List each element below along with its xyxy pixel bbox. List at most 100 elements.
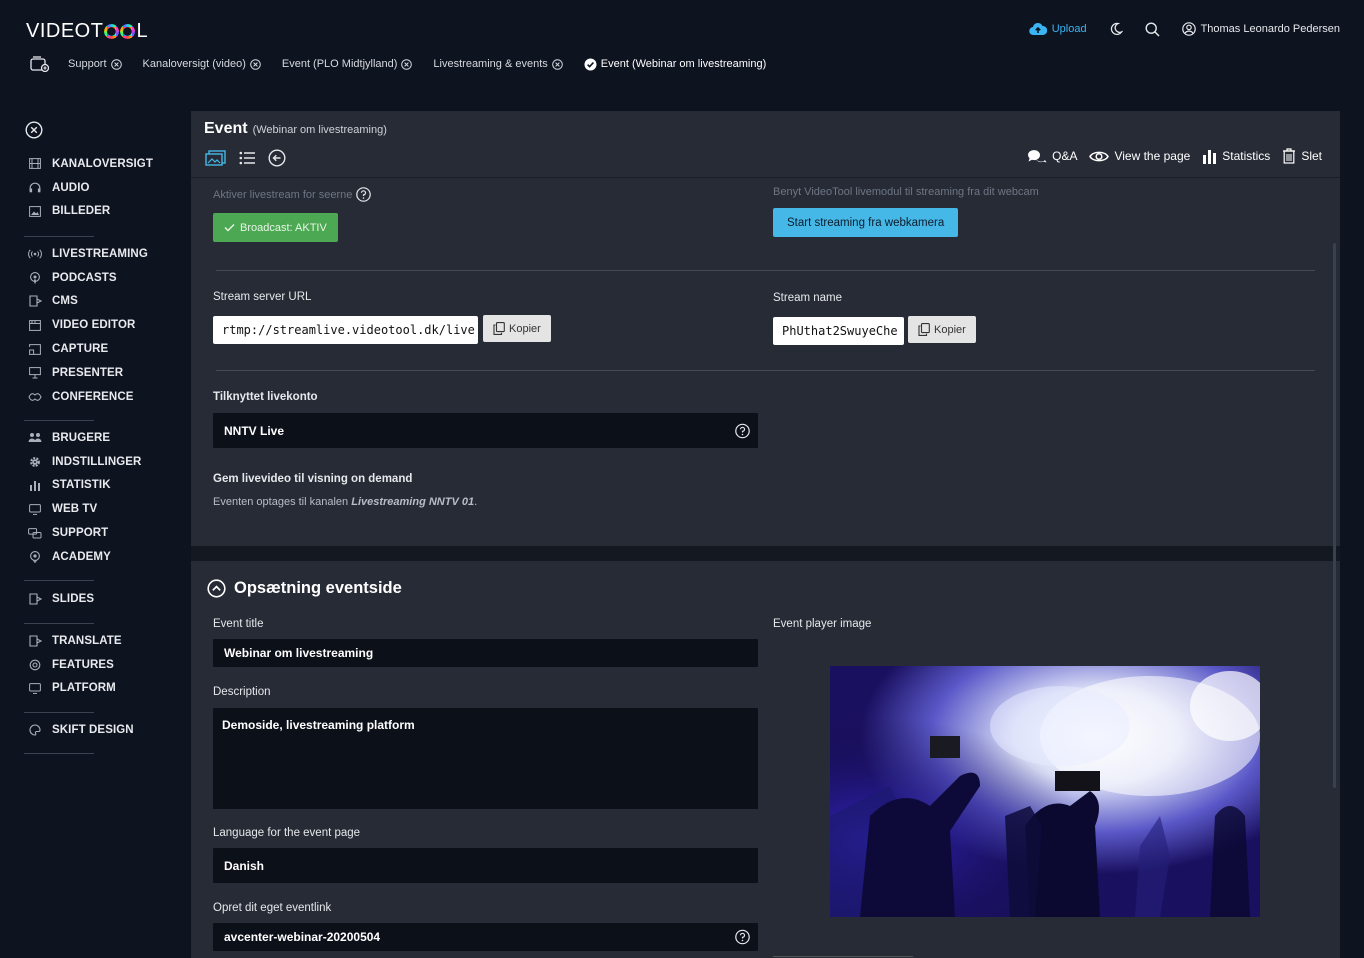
sidebar-item-statistik[interactable]: STATISTIK [28,474,168,498]
live-account-value: NNTV Live [224,423,285,438]
event-page-section-title: Opsætning eventside [234,579,402,597]
ondemand-description: Eventen optages til kanalen Livestreamin… [213,496,477,508]
bar-chart-icon [28,478,42,492]
dark-mode-toggle[interactable] [1109,22,1123,36]
tab-event-plo[interactable]: Event (PLO Midtjylland) [282,58,413,70]
sidebar-item-brugere[interactable]: BRUGERE [28,426,168,450]
sidebar-item-cms[interactable]: CMS [28,290,168,314]
broadcast-label: Broadcast: AKTIV [240,221,327,234]
tab-label: Event (Webinar om livestreaming) [600,58,767,70]
sidebar-item-label: WEB TV [52,503,98,516]
upload-button[interactable]: Upload [1028,22,1087,36]
sidebar-item-support[interactable]: SUPPORT [28,521,168,545]
eventlink-value: avcenter-webinar-20200504 [224,930,381,944]
checkmark-icon [224,223,235,232]
stream-name-label: Stream name [773,292,843,304]
logo-text-prefix: VIDEOT [26,20,104,42]
upload-label: Upload [1051,23,1087,35]
event-player-image[interactable] [830,666,1260,917]
copy-stream-name-button[interactable]: Kopier [908,316,976,343]
sidebar-item-indstillinger[interactable]: INDSTILLINGER [28,450,168,474]
sidebar-item-audio[interactable]: AUDIO [28,176,168,200]
help-icon[interactable] [735,929,750,945]
sidebar-item-skift-design[interactable]: SKIFT DESIGN [28,718,168,742]
help-icon[interactable] [356,187,372,202]
sidebar-item-kanaloversigt[interactable]: KANALOVERSIGT [28,152,168,176]
sidebar-item-academy[interactable]: ACADEMY [28,545,168,569]
sidebar-item-label: ACADEMY [52,550,111,563]
tabs-home-button[interactable] [30,56,50,72]
sidebar-item-translate[interactable]: TRANSLATE [28,629,168,653]
view-page-button[interactable]: View the page [1089,149,1190,163]
sidebar-item-label: FEATURES [52,658,114,671]
list-icon[interactable] [239,151,256,165]
copy-icon [918,323,930,336]
copy-server-url-button[interactable]: Kopier [483,315,551,342]
sidebar-item-web-tv[interactable]: WEB TV [28,497,168,521]
moon-icon [1109,22,1123,36]
language-select[interactable]: Danish [213,848,758,883]
sidebar-item-label: PODCASTS [52,271,117,284]
sidebar-item-video-editor[interactable]: VIDEO EDITOR [28,313,168,337]
stream-server-url-field[interactable]: rtmp://streamlive.videotool.dk/live [213,316,478,344]
stream-name-field[interactable]: PhUthat2SwuyeChe [773,317,904,345]
help-icon[interactable] [735,423,750,438]
sidebar-group-production: LIVESTREAMING PODCASTS CMS VIDEO EDITOR … [28,242,168,409]
scrollbar-thumb[interactable] [1333,243,1336,788]
sidebar-item-capture[interactable]: CAPTURE [28,337,168,361]
statistics-button[interactable]: Statistics [1202,149,1270,164]
sidebar-item-livestreaming[interactable]: LIVESTREAMING [28,242,168,266]
close-circle-icon[interactable] [401,58,413,70]
sidebar-item-label: CAPTURE [52,343,109,356]
monitor-icon [28,502,42,516]
close-circle-icon[interactable] [250,58,261,70]
section-gap [191,546,1340,561]
start-webcam-streaming-button[interactable]: Start streaming fra webkamera [773,208,959,237]
delete-button[interactable]: Slet [1282,148,1322,164]
tab-livestreaming-events[interactable]: Livestreaming & events [433,58,563,70]
event-page-section-header[interactable]: Opsætning eventside [207,579,402,598]
broadcast-toggle-button[interactable]: Broadcast: AKTIV [213,213,338,242]
app-logo[interactable]: VIDEOT L [26,20,148,43]
sidebar-item-billeder[interactable]: BILLEDER [28,200,168,224]
back-circle-icon[interactable] [268,149,286,167]
tab-label: Livestreaming & events [433,58,548,70]
podcast-icon [28,271,42,285]
close-circle-icon[interactable] [110,58,122,70]
tab-support[interactable]: Support [68,58,122,70]
live-account-select[interactable]: NNTV Live [213,413,758,448]
eventlink-input[interactable]: avcenter-webinar-20200504 [213,923,758,951]
sidebar-group-slides: SLIDES [28,587,168,611]
sidebar-item-label: VIDEO EDITOR [52,319,136,332]
broadcast-icon [28,247,42,261]
sidebar-collapse-button[interactable] [25,121,43,139]
sidebar-divider [24,236,94,237]
divider [216,270,1315,271]
user-menu[interactable]: Thomas Leonardo Pedersen [1181,22,1340,36]
sidebar-item-conference[interactable]: CONFERENCE [28,385,168,409]
page-title-subtitle: (Webinar om livestreaming) [252,124,387,136]
sidebar-item-platform[interactable]: PLATFORM [28,677,168,701]
view-page-label: View the page [1114,149,1191,163]
description-textarea[interactable]: Demoside, livestreaming platform [213,708,758,809]
editor-icon [28,318,42,332]
sidebar-group-platform: TRANSLATE FEATURES PLATFORM [28,629,168,700]
qa-button[interactable]: Q&A [1027,149,1077,164]
ondemand-label: Gem livevideo til visning on demand [213,473,413,485]
search-button[interactable] [1145,21,1160,37]
tab-label: Kanaloversigt (video) [142,58,246,70]
close-circle-icon[interactable] [551,58,563,70]
gear-icon [28,455,42,469]
image-icon [28,204,42,218]
edit-images-icon[interactable] [205,150,227,166]
sidebar-item-presenter[interactable]: PRESENTER [28,361,168,385]
platform-icon [28,681,42,695]
tab-kanaloversigt[interactable]: Kanaloversigt (video) [143,58,261,70]
logo-text-suffix: L [136,20,149,42]
event-title-input[interactable]: Webinar om livestreaming [213,639,758,667]
sidebar-item-podcasts[interactable]: PODCASTS [28,266,168,290]
sidebar-item-label: PLATFORM [52,682,116,695]
tab-event-webinar[interactable]: Event (Webinar om livestreaming) [584,58,766,71]
sidebar-item-slides[interactable]: SLIDES [28,587,168,611]
sidebar-item-features[interactable]: FEATURES [28,653,168,677]
